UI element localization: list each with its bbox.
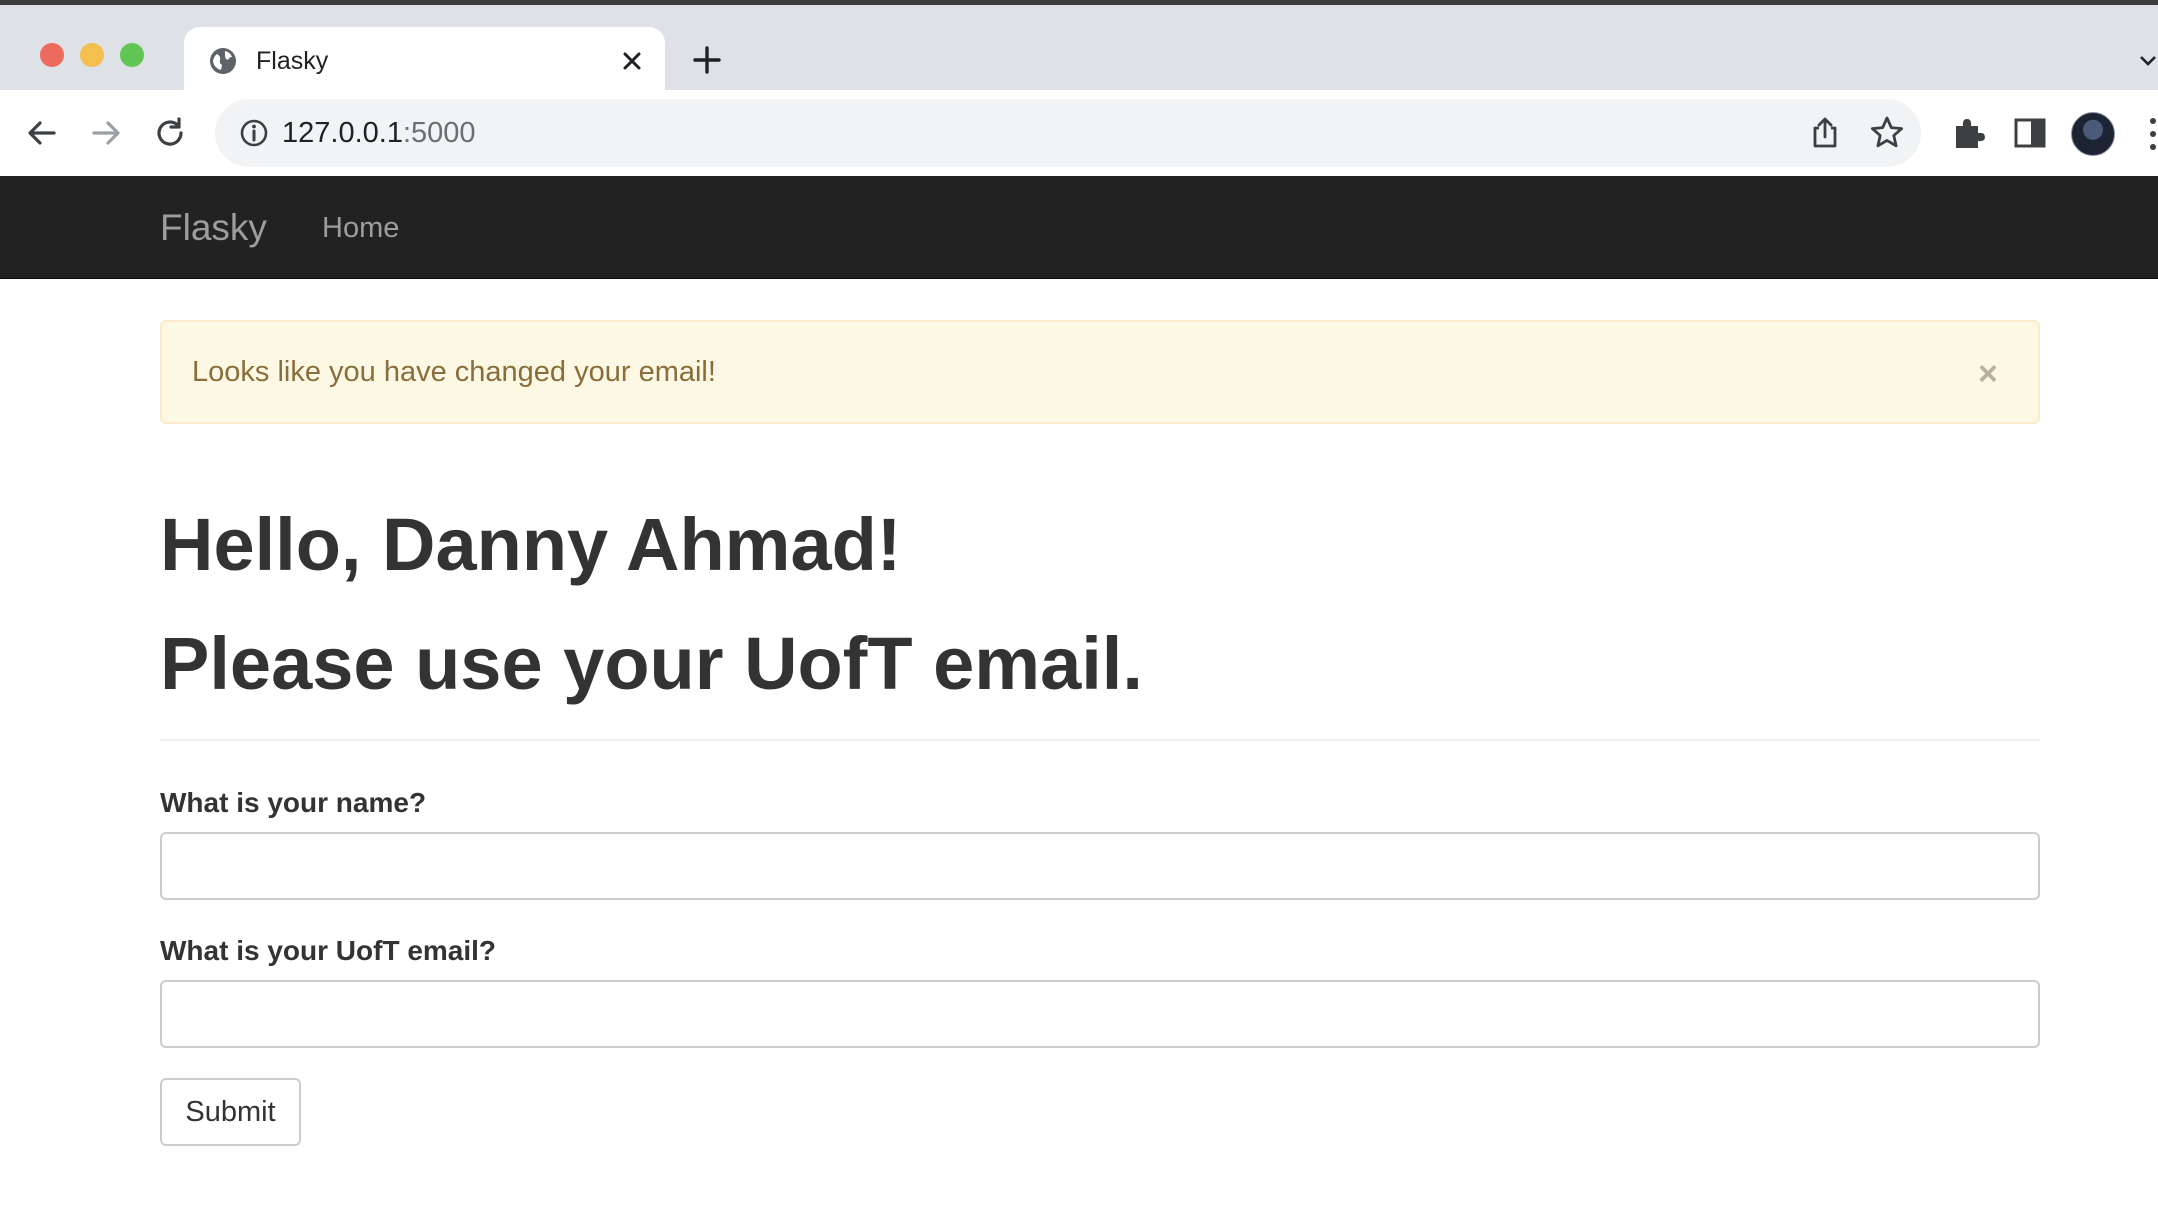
new-tab-icon[interactable]	[690, 43, 724, 77]
url-text[interactable]: 127.0.0.1:5000	[282, 115, 476, 151]
side-panel-icon[interactable]	[2011, 114, 2049, 152]
browser-tab[interactable]: Flasky	[184, 27, 665, 95]
nav-link-home[interactable]: Home	[322, 210, 399, 246]
browser-tab-strip: Flasky	[0, 0, 2158, 95]
reload-icon[interactable]	[152, 115, 188, 151]
flash-alert: Looks like you have changed your email! …	[160, 320, 2040, 424]
email-label: What is your UofT email?	[160, 935, 497, 966]
name-label: What is your name?	[160, 787, 427, 818]
url-host: 127.0.0.1	[282, 117, 403, 149]
forward-icon[interactable]	[88, 115, 124, 151]
extensions-icon[interactable]	[1948, 114, 1986, 152]
info-icon[interactable]	[237, 116, 271, 150]
alert-message: Looks like you have changed your email!	[192, 356, 716, 388]
chevron-down-icon[interactable]	[2138, 51, 2158, 71]
submit-button[interactable]: Submit	[160, 1078, 301, 1146]
navbar-brand[interactable]: Flasky	[160, 206, 267, 250]
window-close-button[interactable]	[40, 43, 64, 67]
globe-icon	[210, 48, 236, 74]
tab-title: Flasky	[256, 47, 329, 75]
window-zoom-button[interactable]	[120, 43, 144, 67]
email-input[interactable]	[160, 980, 2040, 1048]
close-tab-icon[interactable]	[616, 45, 648, 77]
instruction-heading: Please use your UofT email.	[160, 622, 1143, 705]
menu-icon[interactable]	[2148, 114, 2158, 154]
alert-close-button[interactable]: ×	[1978, 356, 1998, 392]
window-minimize-button[interactable]	[80, 43, 104, 67]
app-navbar: Flasky Home	[0, 176, 2158, 279]
share-icon[interactable]	[1806, 114, 1844, 152]
divider	[160, 739, 2040, 741]
avatar[interactable]	[2071, 112, 2115, 156]
name-input[interactable]	[160, 832, 2040, 900]
star-icon[interactable]	[1868, 114, 1906, 152]
url-port: :5000	[402, 117, 476, 149]
address-bar[interactable]: 127.0.0.1:5000	[215, 99, 1921, 167]
greeting-heading: Hello, Danny Ahmad!	[160, 503, 902, 586]
back-icon[interactable]	[24, 115, 60, 151]
browser-toolbar: 127.0.0.1:5000	[0, 90, 2158, 176]
